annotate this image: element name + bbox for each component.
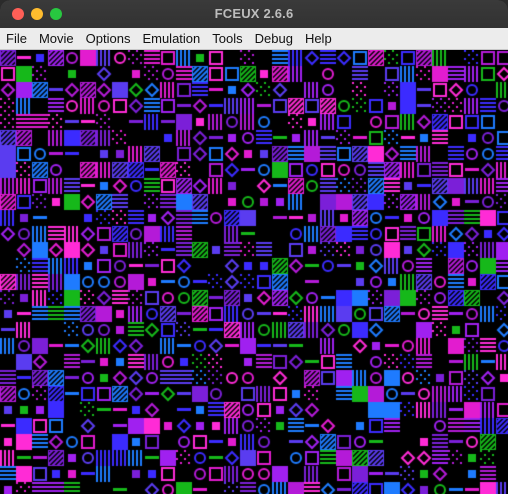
menu-help-label: Help — [304, 31, 332, 46]
menu-emulation-label: Emulation — [142, 31, 201, 46]
menu-options[interactable]: Options — [80, 28, 137, 49]
menu-movie-label: Movie — [38, 31, 74, 46]
fceux-window: FCEUX 2.6.6 File Movie Options Emulation… — [0, 0, 508, 494]
menu-debug[interactable]: Debug — [249, 28, 299, 49]
menu-help[interactable]: Help — [299, 28, 338, 49]
game-screen[interactable] — [0, 50, 508, 494]
menu-file-label: File — [6, 31, 27, 46]
menu-movie[interactable]: Movie — [33, 28, 80, 49]
window-title: FCEUX 2.6.6 — [214, 6, 294, 21]
menu-options-label: Options — [85, 31, 131, 46]
menu-bar: File Movie Options Emulation Tools Debug… — [0, 28, 508, 50]
menu-tools-label: Tools — [212, 31, 243, 46]
title-bar[interactable]: FCEUX 2.6.6 — [0, 0, 508, 28]
menu-emulation[interactable]: Emulation — [136, 28, 206, 49]
menu-tools[interactable]: Tools — [206, 28, 248, 49]
menu-file[interactable]: File — [0, 28, 33, 49]
menu-debug-label: Debug — [254, 31, 293, 46]
